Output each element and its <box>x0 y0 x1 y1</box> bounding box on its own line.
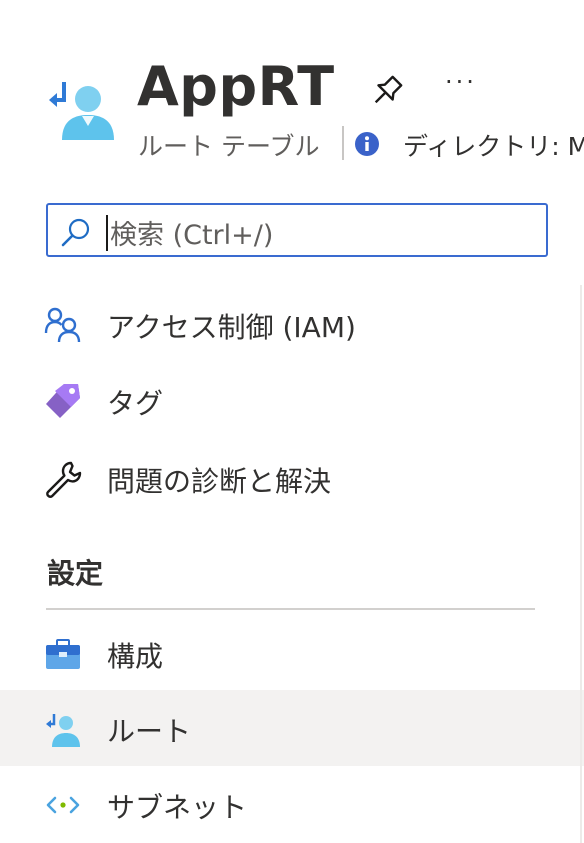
pin-icon[interactable] <box>368 72 406 110</box>
subnet-icon <box>44 786 82 824</box>
people-icon <box>44 306 82 344</box>
menu-item-access-control[interactable]: アクセス制御 (IAM) <box>0 286 584 362</box>
page-title: AppRT <box>137 55 335 118</box>
search-icon <box>60 217 92 249</box>
route-table-resource-icon <box>46 72 116 142</box>
resource-type-label: ルート テーブル <box>138 132 320 161</box>
section-header-settings: 設定 <box>47 557 104 590</box>
menu-item-configuration[interactable]: 構成 <box>0 615 584 691</box>
section-divider <box>46 608 535 610</box>
menu-item-label: 構成 <box>107 640 164 673</box>
menu-item-tags[interactable]: タグ <box>0 362 584 438</box>
header-separator <box>342 126 344 160</box>
search-placeholder: 検索 (Ctrl+/) <box>110 220 274 251</box>
wrench-icon <box>44 460 82 498</box>
text-caret <box>106 215 108 251</box>
panel-border <box>580 285 582 843</box>
directory-label: ディレクトリ: Mic <box>403 132 584 161</box>
menu-item-routes[interactable]: ルート <box>0 690 584 766</box>
route-icon <box>44 710 82 748</box>
briefcase-icon <box>44 635 82 673</box>
menu-item-label: 問題の診断と解決 <box>107 465 332 498</box>
menu-item-subnets[interactable]: サブネット <box>0 766 584 842</box>
menu-item-label: アクセス制御 (IAM) <box>107 311 356 344</box>
menu-item-diagnose[interactable]: 問題の診断と解決 <box>0 440 584 516</box>
search-input[interactable]: 検索 (Ctrl+/) <box>46 203 548 257</box>
tag-icon <box>44 382 82 420</box>
menu-item-label: サブネット <box>107 791 248 824</box>
menu-item-label: ルート <box>107 715 192 748</box>
more-options-icon[interactable]: ··· <box>445 68 477 96</box>
menu-item-label: タグ <box>107 387 164 420</box>
info-icon <box>354 131 380 157</box>
